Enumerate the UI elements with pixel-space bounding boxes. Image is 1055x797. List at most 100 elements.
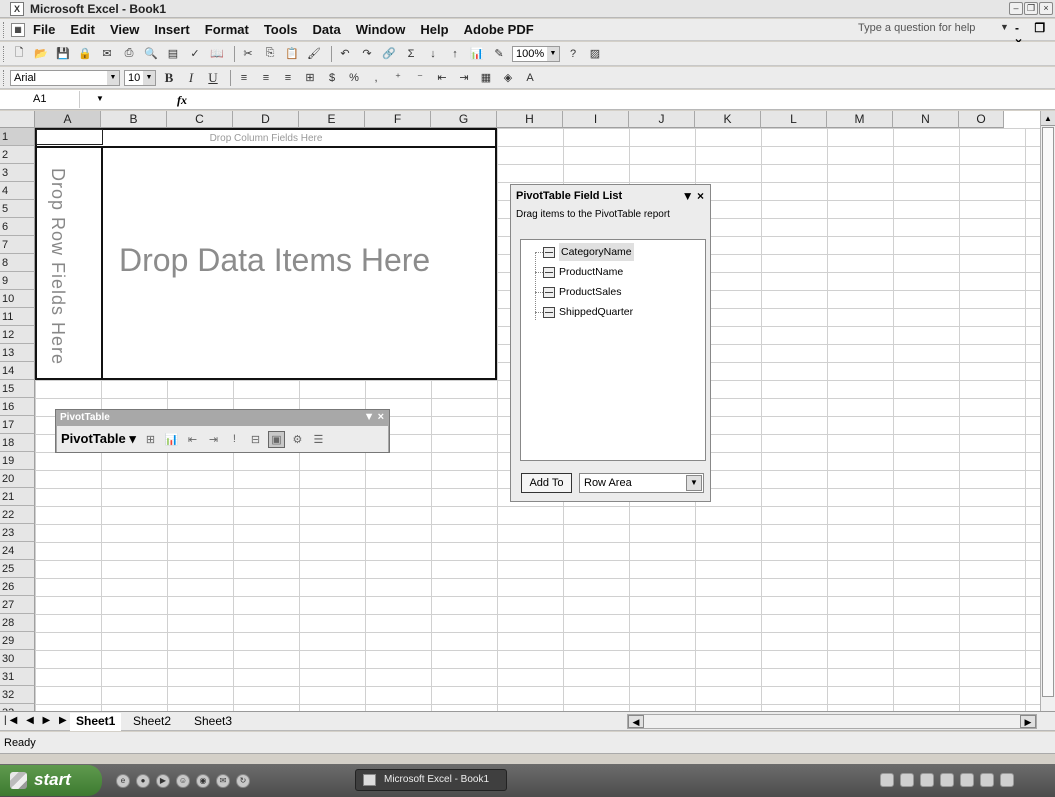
- row-header-29[interactable]: 29: [0, 632, 35, 650]
- mail-icon[interactable]: ✉: [216, 773, 230, 788]
- scroll-left-icon[interactable]: ◀: [628, 715, 644, 728]
- menu-insert[interactable]: Insert: [154, 22, 189, 37]
- row-header-25[interactable]: 25: [0, 560, 35, 578]
- save-icon[interactable]: 💾: [54, 45, 72, 62]
- research-icon[interactable]: 📖: [208, 45, 226, 62]
- increase-indent-icon[interactable]: ⇥: [455, 69, 473, 86]
- tray-icon[interactable]: [980, 773, 994, 787]
- row-header-16[interactable]: 16: [0, 398, 35, 416]
- tray-icon[interactable]: [960, 773, 974, 787]
- field-item-categoryname[interactable]: CategoryName: [543, 243, 634, 261]
- increase-decimal-icon[interactable]: ⁺: [389, 69, 407, 86]
- paste-icon[interactable]: 📋: [283, 45, 301, 62]
- menu-edit[interactable]: Edit: [70, 22, 95, 37]
- show-detail-icon[interactable]: ⇥: [205, 431, 222, 448]
- decrease-indent-icon[interactable]: ⇤: [433, 69, 451, 86]
- borders-icon[interactable]: ▦: [477, 69, 495, 86]
- field-list-options-close-icon[interactable]: ▼ ×: [682, 189, 704, 203]
- row-header-2[interactable]: 2: [0, 146, 35, 164]
- minimize-button[interactable]: –: [1009, 2, 1023, 15]
- menu-help[interactable]: Help: [420, 22, 448, 37]
- row-header-27[interactable]: 27: [0, 596, 35, 614]
- column-header-n[interactable]: N: [893, 111, 959, 128]
- percent-icon[interactable]: %: [345, 69, 363, 86]
- menu-file[interactable]: File: [33, 22, 55, 37]
- help-icon[interactable]: ?: [564, 45, 582, 62]
- undo-icon[interactable]: ↶: [336, 45, 354, 62]
- print-preview-icon[interactable]: 🔍: [142, 45, 160, 62]
- pdf-create-icon[interactable]: ▨: [586, 45, 604, 62]
- row-header-21[interactable]: 21: [0, 488, 35, 506]
- column-header-l[interactable]: L: [761, 111, 827, 128]
- font-size-select[interactable]: 10 ▼: [124, 69, 156, 86]
- column-header-g[interactable]: G: [431, 111, 497, 128]
- column-header-a[interactable]: A: [35, 111, 101, 128]
- add-to-button[interactable]: Add To: [521, 473, 572, 493]
- email-icon[interactable]: ✉: [98, 45, 116, 62]
- sheet-navigation-icons[interactable]: |◀ ◀ ▶ ▶|: [4, 715, 75, 726]
- row-header-4[interactable]: 4: [0, 182, 35, 200]
- menu-data[interactable]: Data: [313, 22, 341, 37]
- menu-window[interactable]: Window: [356, 22, 406, 37]
- column-header-f[interactable]: F: [365, 111, 431, 128]
- field-item-productname[interactable]: ProductName: [543, 263, 623, 281]
- align-center-icon[interactable]: ≡: [257, 69, 275, 86]
- row-header-32[interactable]: 32: [0, 686, 35, 704]
- column-header-d[interactable]: D: [233, 111, 299, 128]
- row-header-10[interactable]: 10: [0, 290, 35, 308]
- open-icon[interactable]: 📂: [32, 45, 50, 62]
- row-header-28[interactable]: 28: [0, 614, 35, 632]
- permission-icon[interactable]: 🔒: [76, 45, 94, 62]
- chart-wizard-icon[interactable]: 📊: [163, 431, 180, 448]
- row-header-3[interactable]: 3: [0, 164, 35, 182]
- fill-color-icon[interactable]: ◈: [499, 69, 517, 86]
- row-header-30[interactable]: 30: [0, 650, 35, 668]
- chart-wizard-icon[interactable]: 📊: [468, 45, 486, 62]
- scrollbar-thumb[interactable]: [1042, 127, 1054, 697]
- sheet-tab-sheet1[interactable]: Sheet1: [70, 713, 122, 731]
- column-header-h[interactable]: H: [497, 111, 563, 128]
- workbook-icon[interactable]: ▦: [11, 22, 25, 37]
- close-button[interactable]: ×: [1039, 2, 1053, 15]
- row-header-23[interactable]: 23: [0, 524, 35, 542]
- toolbar-options-close-icon[interactable]: ▼ ×: [364, 410, 384, 425]
- refresh-data-icon[interactable]: !: [226, 431, 243, 448]
- media-icon[interactable]: ●: [136, 773, 150, 788]
- always-display-items-icon[interactable]: ▣: [267, 430, 285, 448]
- sort-ascending-icon[interactable]: ↓: [424, 45, 442, 62]
- row-header-9[interactable]: 9: [0, 272, 35, 290]
- spelling-icon[interactable]: ✓: [186, 45, 204, 62]
- select-all-corner[interactable]: [0, 111, 35, 128]
- column-header-k[interactable]: K: [695, 111, 761, 128]
- menu-view[interactable]: View: [110, 22, 139, 37]
- hyperlink-icon[interactable]: 🔗: [380, 45, 398, 62]
- start-button[interactable]: start: [0, 765, 102, 796]
- sheet-tab-sheet3[interactable]: Sheet3: [188, 713, 238, 731]
- scroll-right-icon[interactable]: ▶: [1020, 715, 1036, 728]
- insert-function-icon[interactable]: fx: [177, 93, 187, 108]
- sort-descending-icon[interactable]: ↑: [446, 45, 464, 62]
- merge-center-icon[interactable]: ⊞: [301, 69, 319, 86]
- field-item-shippedquarter[interactable]: ShippedQuarter: [543, 303, 633, 321]
- row-header-12[interactable]: 12: [0, 326, 35, 344]
- pivottable-menu-button[interactable]: PivotTable ▾: [61, 431, 136, 447]
- menu-tools[interactable]: Tools: [264, 22, 298, 37]
- drawing-icon[interactable]: ✎: [490, 45, 508, 62]
- horizontal-scrollbar[interactable]: ◀ ▶: [627, 714, 1037, 729]
- row-header-14[interactable]: 14: [0, 362, 35, 380]
- refresh-icon[interactable]: ↻: [236, 773, 250, 788]
- row-header-8[interactable]: 8: [0, 254, 35, 272]
- row-header-26[interactable]: 26: [0, 578, 35, 596]
- format-painter-icon[interactable]: 🖌: [305, 45, 323, 62]
- row-header-33[interactable]: 33: [0, 704, 35, 711]
- messenger-icon[interactable]: ☺: [176, 773, 190, 788]
- menu-format[interactable]: Format: [205, 22, 249, 37]
- currency-icon[interactable]: $: [323, 69, 341, 86]
- tray-icon[interactable]: [900, 773, 914, 787]
- cut-icon[interactable]: ✂: [239, 45, 257, 62]
- help-dropdown-icon[interactable]: ▼: [1000, 22, 1009, 32]
- include-hidden-items-icon[interactable]: ⊟: [247, 431, 264, 448]
- name-box[interactable]: A1: [0, 91, 80, 108]
- pivot-table-area[interactable]: Drop Column Fields Here Drop Row Fields …: [35, 128, 497, 380]
- row-header-11[interactable]: 11: [0, 308, 35, 326]
